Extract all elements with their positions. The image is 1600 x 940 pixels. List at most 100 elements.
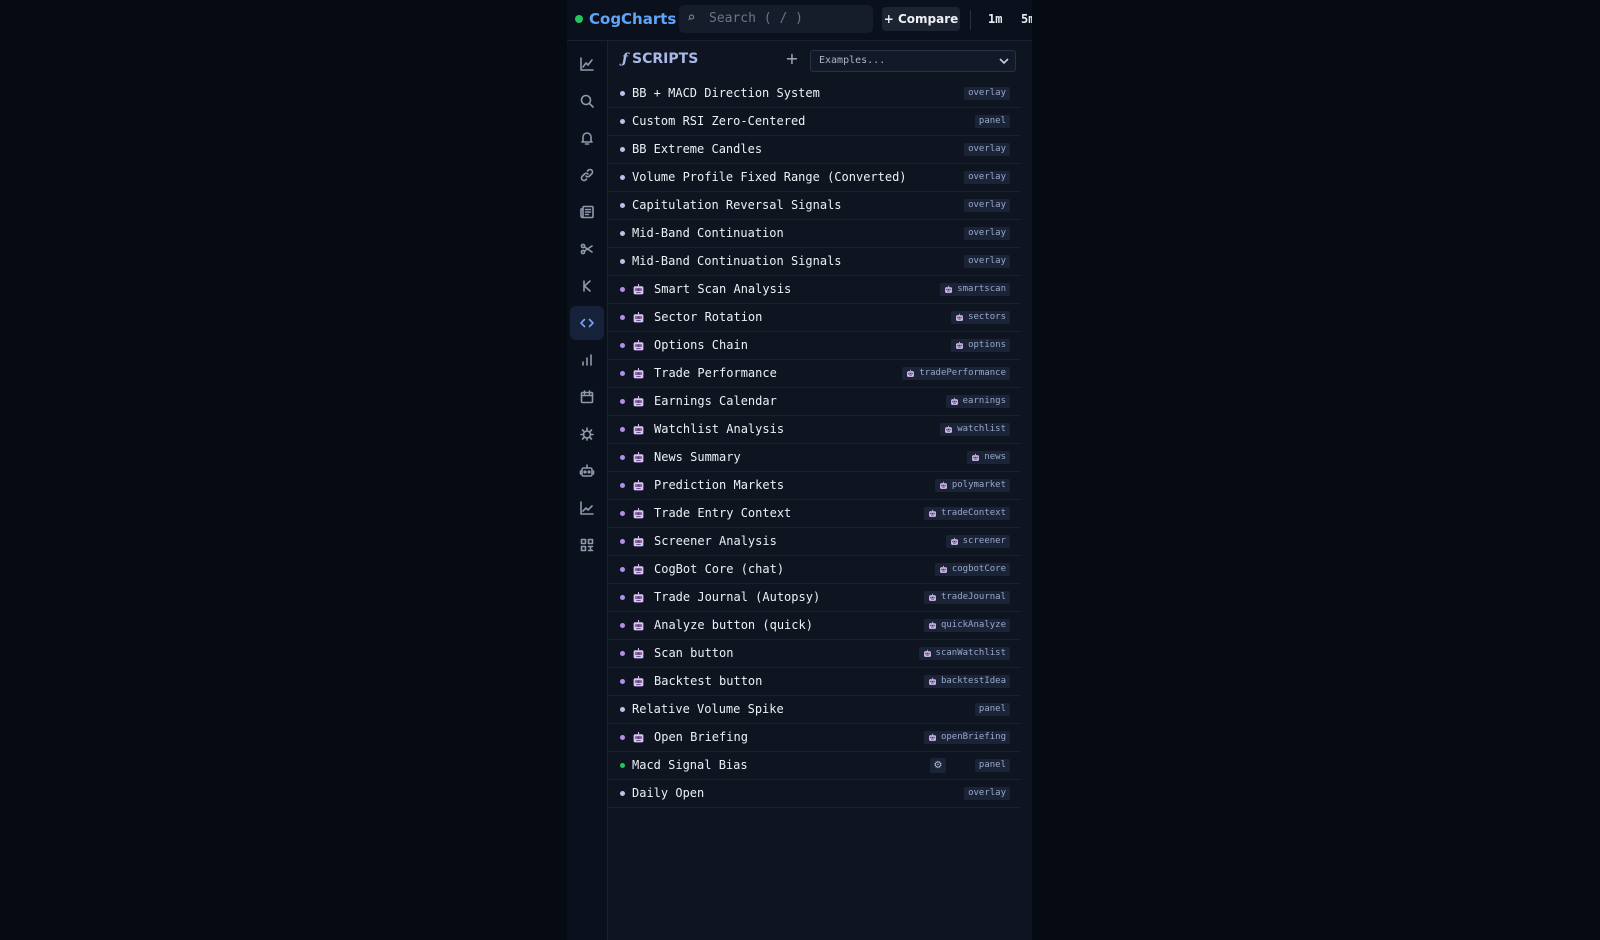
examples-select[interactable]: Examples...: [810, 50, 1016, 72]
script-row[interactable]: Mid-Band Continuation Signals overlay: [608, 248, 1020, 276]
script-name[interactable]: Screener Analysis: [654, 534, 777, 548]
sidebar-item-bell[interactable]: [570, 121, 604, 155]
timeframe-5m[interactable]: 5m: [1021, 12, 1032, 26]
script-row[interactable]: Sector Rotation sectors: [608, 304, 1020, 332]
script-type-label: overlay: [968, 200, 1006, 210]
sidebar-item-newspaper[interactable]: [570, 195, 604, 229]
sidebar-item-bar-chart[interactable]: [570, 343, 604, 377]
script-row[interactable]: Scan button scanWatchlist: [608, 640, 1020, 668]
sidebar-item-search[interactable]: [570, 84, 604, 118]
script-row[interactable]: Watchlist Analysis watchlist: [608, 416, 1020, 444]
sidebar-item-line-chart[interactable]: [570, 47, 604, 81]
status-dot: [620, 595, 625, 600]
script-row[interactable]: Relative Volume Spike panel: [608, 696, 1020, 724]
line-chart-icon: [580, 57, 594, 71]
robot-icon: [633, 620, 644, 631]
robot-icon: [633, 564, 644, 575]
robot-icon: [633, 508, 644, 519]
script-type-badge: polymarket: [934, 479, 1010, 492]
script-name[interactable]: Smart Scan Analysis: [654, 282, 791, 296]
robot-icon: [939, 565, 947, 573]
robot-badge: [632, 311, 645, 324]
robot-icon: [579, 464, 595, 477]
sidebar-item-area-chart[interactable]: [570, 491, 604, 525]
script-row[interactable]: Options Chain options: [608, 332, 1020, 360]
sidebar-item-grid[interactable]: [570, 528, 604, 562]
script-row[interactable]: Volume Profile Fixed Range (Converted) ov…: [608, 164, 1020, 192]
script-row[interactable]: Trade Journal (Autopsy) tradeJournal: [608, 584, 1020, 612]
script-row[interactable]: Mid-Band Continuation overlay: [608, 220, 1020, 248]
script-row[interactable]: Trade Performance tradePerformance: [608, 360, 1020, 388]
script-row[interactable]: Smart Scan Analysis smartscan: [608, 276, 1020, 304]
timeframe-1m[interactable]: 1m: [988, 12, 1002, 26]
robot-icon: [929, 621, 936, 629]
script-row[interactable]: Analyze button (quick) quickAnalyze: [608, 612, 1020, 640]
script-name[interactable]: Earnings Calendar: [654, 394, 777, 408]
search-input[interactable]: ⌕ Search ( / ): [679, 5, 873, 33]
script-row[interactable]: News Summary news: [608, 444, 1020, 472]
robot-icon: [633, 368, 644, 379]
sidebar-item-bug[interactable]: [570, 417, 604, 451]
script-name[interactable]: BB + MACD Direction System: [632, 86, 820, 100]
script-name[interactable]: Options Chain: [654, 338, 748, 352]
script-name[interactable]: Watchlist Analysis: [654, 422, 784, 436]
robot-icon: [633, 592, 644, 603]
status-dot: [620, 231, 625, 236]
script-name[interactable]: Sector Rotation: [654, 310, 762, 324]
script-row[interactable]: Custom RSI Zero-Centered panel: [608, 108, 1020, 136]
sidebar-item-calendar[interactable]: [570, 380, 604, 414]
script-name[interactable]: Backtest button: [654, 674, 762, 688]
compare-button[interactable]: + Compare: [882, 7, 960, 31]
script-name[interactable]: Volume Profile Fixed Range (Converted): [632, 170, 907, 184]
script-row[interactable]: BB Extreme Candles overlay: [608, 136, 1020, 164]
sidebar-item-scissors[interactable]: [570, 232, 604, 266]
script-row[interactable]: Backtest button backtestIdea: [608, 668, 1020, 696]
sidebar-item-k-letter[interactable]: [570, 269, 604, 303]
script-row[interactable]: Earnings Calendar earnings: [608, 388, 1020, 416]
script-name[interactable]: Scan button: [654, 646, 733, 660]
status-dot: [620, 539, 625, 544]
add-script-button[interactable]: +: [784, 50, 800, 68]
robot-badge: [632, 339, 645, 352]
script-name[interactable]: CogBot Core (chat): [654, 562, 784, 576]
robot-badge: [632, 731, 645, 744]
script-row[interactable]: BB + MACD Direction System overlay: [608, 80, 1020, 108]
script-name[interactable]: Trade Performance: [654, 366, 777, 380]
status-dot: [620, 175, 625, 180]
robot-badge: [632, 479, 645, 492]
script-type-badge: scanWatchlist: [918, 647, 1010, 660]
sidebar-item-robot[interactable]: [570, 454, 604, 488]
script-name[interactable]: Macd Signal Bias: [632, 758, 748, 772]
script-type-label: earnings: [962, 396, 1006, 406]
script-name[interactable]: Mid-Band Continuation Signals: [632, 254, 842, 268]
brand-logo[interactable]: CogCharts: [589, 10, 676, 28]
script-row[interactable]: Screener Analysis screener: [608, 528, 1020, 556]
script-name[interactable]: Trade Entry Context: [654, 506, 791, 520]
script-name[interactable]: Capitulation Reversal Signals: [632, 198, 842, 212]
robot-icon: [633, 676, 644, 687]
sidebar-item-link[interactable]: [570, 158, 604, 192]
robot-badge: [928, 593, 937, 602]
script-name[interactable]: BB Extreme Candles: [632, 142, 762, 156]
top-bar: CogCharts ⌕ Search ( / ) + Compare 1m 5m: [567, 0, 1032, 41]
script-name[interactable]: Trade Journal (Autopsy): [654, 590, 820, 604]
script-name[interactable]: Daily Open: [632, 786, 704, 800]
settings-gear-icon[interactable]: ⚙: [930, 758, 946, 773]
script-name[interactable]: Prediction Markets: [654, 478, 784, 492]
script-name[interactable]: Custom RSI Zero-Centered: [632, 114, 805, 128]
robot-icon: [633, 732, 644, 743]
script-name[interactable]: Mid-Band Continuation: [632, 226, 784, 240]
script-row[interactable]: CogBot Core (chat) cogbotCore: [608, 556, 1020, 584]
script-row[interactable]: Trade Entry Context tradeContext: [608, 500, 1020, 528]
script-name[interactable]: Relative Volume Spike: [632, 702, 784, 716]
script-row[interactable]: Capitulation Reversal Signals overlay: [608, 192, 1020, 220]
script-name[interactable]: Analyze button (quick): [654, 618, 813, 632]
sidebar-item-code[interactable]: [570, 306, 604, 340]
robot-icon: [633, 648, 644, 659]
script-row[interactable]: Macd Signal Bias ⚙ panel: [608, 752, 1020, 780]
script-name[interactable]: News Summary: [654, 450, 741, 464]
script-row[interactable]: Open Briefing openBriefing: [608, 724, 1020, 752]
script-name[interactable]: Open Briefing: [654, 730, 748, 744]
script-row[interactable]: Prediction Markets polymarket: [608, 472, 1020, 500]
script-row[interactable]: Daily Open overlay: [608, 780, 1020, 808]
